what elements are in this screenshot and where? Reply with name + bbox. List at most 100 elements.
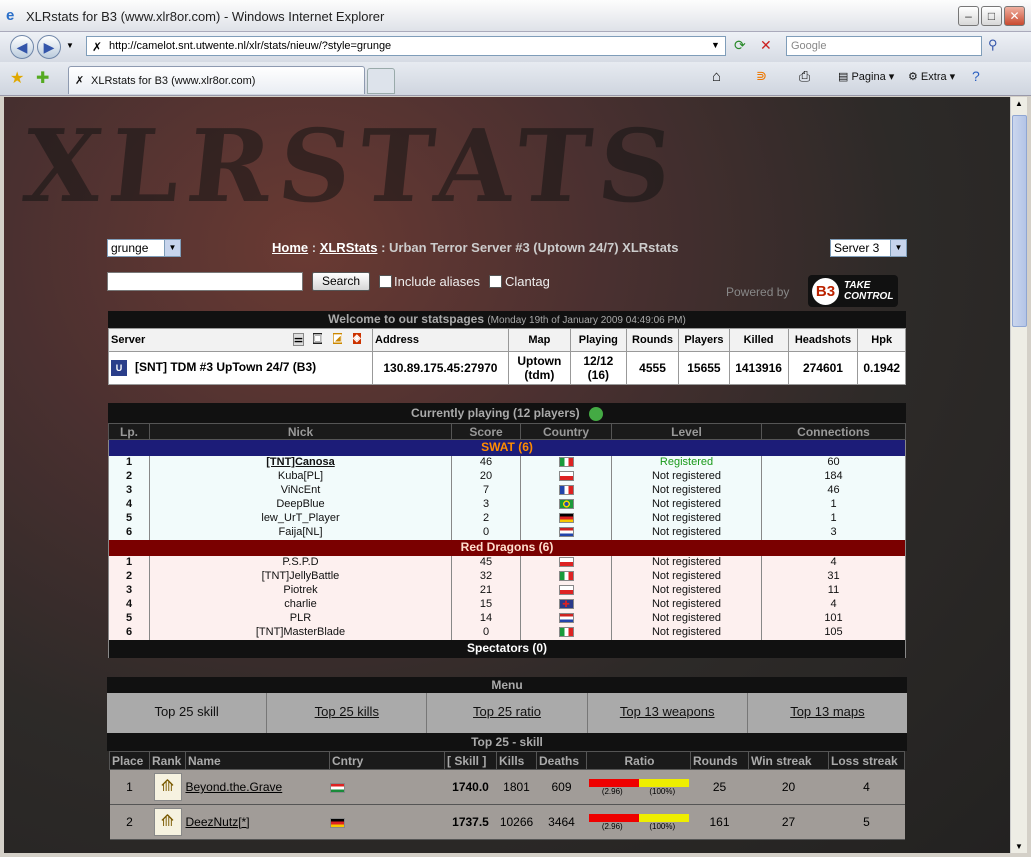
ratio-value: (2.96)	[601, 786, 623, 796]
favorites-star-icon[interactable]: ★	[10, 68, 24, 88]
help-icon[interactable]: ?	[972, 68, 980, 84]
winstreak-header[interactable]: Win streak	[748, 751, 829, 770]
forward-button[interactable]: ▶	[37, 35, 61, 59]
level-header: Level	[611, 423, 762, 440]
ratio-header[interactable]: Ratio	[586, 751, 691, 770]
menu-top13-weapons[interactable]: Top 13 weapons	[588, 693, 748, 733]
qtracker-icon[interactable]: ▣	[313, 333, 323, 344]
player-score: 20	[451, 469, 521, 484]
top25-lossstreak: 5	[828, 804, 905, 840]
include-aliases-checkbox[interactable]	[379, 275, 392, 288]
server-headshots: 274601	[787, 351, 859, 385]
breadcrumb-xlrstats-link[interactable]: XLRStats	[320, 240, 378, 255]
xfire-icon[interactable]: ◈	[353, 333, 361, 344]
player-level: Not registered	[611, 611, 762, 626]
server-killed: 1413916	[728, 351, 789, 385]
team-spectators-header: Spectators (0)	[108, 639, 906, 658]
clantag-checkbox[interactable]	[489, 275, 502, 288]
player-nick[interactable]: DeepBlue	[149, 497, 452, 512]
b3-take: TAKE	[844, 280, 871, 291]
map-header: Map	[507, 328, 571, 352]
player-connections: 11	[761, 583, 906, 598]
scroll-down-icon[interactable]: ▼	[1015, 842, 1023, 851]
player-nick[interactable]: P.S.P.D	[149, 555, 452, 570]
address-toolbar: ◀ ▶ ▼ ✗ http://camelot.snt.utwente.nl/xlr…	[0, 32, 1031, 62]
player-connections: 3	[761, 525, 906, 540]
player-nick[interactable]: ViNcEnt	[149, 483, 452, 498]
swat-player-row: 4 DeepBlue 3 Not registered 1	[108, 497, 906, 512]
player-nick[interactable]: charlie	[149, 597, 452, 612]
back-button[interactable]: ◀	[10, 35, 34, 59]
skill-header[interactable]: [ Skill ]	[444, 751, 497, 770]
server-col-header: Server ⚌ ▣ ◩ ◈	[108, 328, 373, 352]
address-input[interactable]: ✗ http://camelot.snt.utwente.nl/xlr/stats…	[86, 36, 726, 56]
player-nick[interactable]: [TNT]Canosa	[149, 455, 452, 470]
rank-insignia-icon: ⟰	[153, 773, 182, 801]
player-connections: 184	[761, 469, 906, 484]
server-hpk: 0.1942	[857, 351, 906, 385]
player-nick[interactable]: [TNT]JellyBattle	[149, 569, 452, 584]
player-lp: 1	[108, 455, 150, 470]
menu-top25-kills[interactable]: Top 25 kills	[267, 693, 428, 733]
print-icon[interactable]: ⎙	[799, 68, 810, 85]
feeds-icon[interactable]: ⋑	[756, 68, 767, 84]
home-icon[interactable]: ⌂	[712, 68, 721, 85]
rounds-header[interactable]: Rounds	[690, 751, 749, 770]
scroll-up-icon[interactable]: ▲	[1015, 99, 1023, 108]
maximize-button[interactable]: □	[981, 6, 1002, 26]
hpk-header: Hpk	[857, 328, 906, 352]
server-select[interactable]: Server 3 ▼	[830, 239, 907, 257]
gamespy-icon[interactable]: ◩	[333, 333, 343, 344]
address-dropdown-icon[interactable]: ▼	[711, 40, 720, 50]
scrollbar-thumb[interactable]	[1012, 115, 1027, 327]
refresh-icon[interactable]: ⟳	[734, 37, 746, 54]
player-nick[interactable]: PLR	[149, 611, 452, 626]
page-menu[interactable]: ▤ Pagina ▾	[838, 70, 894, 83]
search-box[interactable]: Google	[786, 36, 982, 56]
tools-menu[interactable]: ⚙ Extra ▾	[908, 70, 955, 83]
tools-menu-label: Extra	[920, 71, 947, 83]
search-button[interactable]: Search	[312, 272, 370, 291]
player-score: 0	[451, 625, 521, 640]
deaths-header[interactable]: Deaths	[536, 751, 587, 770]
server-name: [SNT] TDM #3 UpTown 24/7 (B3)	[135, 360, 317, 374]
top25-name-link[interactable]: Beyond.the.Grave	[185, 769, 330, 805]
tab-xlrstats[interactable]: ✗ XLRstats for B3 (www.xlr8or.com)	[68, 66, 365, 94]
top25-lossstreak: 4	[828, 769, 905, 805]
history-dropdown-icon[interactable]: ▼	[66, 41, 74, 50]
lossstreak-header[interactable]: Loss streak	[828, 751, 905, 770]
player-nick[interactable]: lew_UrT_Player	[149, 511, 452, 526]
ratio-bar: (2.96) (100%)	[588, 813, 689, 831]
player-lp: 5	[108, 611, 150, 626]
address-header: Address	[372, 328, 509, 352]
menu-top13-maps[interactable]: Top 13 maps	[748, 693, 907, 733]
player-nick[interactable]: Faija[NL]	[149, 525, 452, 540]
player-nick[interactable]: [TNT]MasterBlade	[149, 625, 452, 640]
b3-logo[interactable]: B3 TAKE CONTROL	[808, 275, 898, 307]
stop-icon[interactable]: ✕	[760, 37, 772, 54]
player-nick[interactable]: Kuba[PL]	[149, 469, 452, 484]
hlsw-icon[interactable]: ⚌	[293, 333, 304, 346]
close-button[interactable]: ✕	[1004, 6, 1025, 26]
new-tab-button[interactable]	[367, 68, 395, 94]
top25-name-link[interactable]: DeezNutz[*]	[185, 804, 330, 840]
refresh-globe-icon[interactable]	[589, 406, 604, 421]
player-search-input[interactable]	[107, 272, 303, 291]
tab-label: XLRstats for B3 (www.xlr8or.com)	[91, 75, 256, 87]
kills-header[interactable]: Kills	[496, 751, 537, 770]
menu-top25-skill[interactable]: Top 25 skill	[107, 693, 268, 733]
add-favorite-icon[interactable]: ✚	[36, 68, 49, 88]
search-icon[interactable]: ⚲	[988, 37, 998, 53]
menu-top25-ratio[interactable]: Top 25 ratio	[427, 693, 588, 733]
minimize-button[interactable]: –	[958, 6, 979, 26]
breadcrumb-home-link[interactable]: Home	[272, 240, 308, 255]
player-nick[interactable]: Piotrek	[149, 583, 452, 598]
style-select[interactable]: grunge ▼	[107, 239, 181, 257]
server-playing: 12/12 (16)	[569, 351, 627, 385]
flag-pl-icon	[558, 585, 574, 596]
vertical-scrollbar[interactable]: ▲ ▼	[1010, 97, 1027, 853]
top25-ratio: (2.96) (100%)	[586, 804, 691, 840]
rounds-header: Rounds	[625, 328, 680, 352]
server-rounds: 4555	[625, 351, 680, 385]
player-level: Not registered	[611, 525, 762, 540]
